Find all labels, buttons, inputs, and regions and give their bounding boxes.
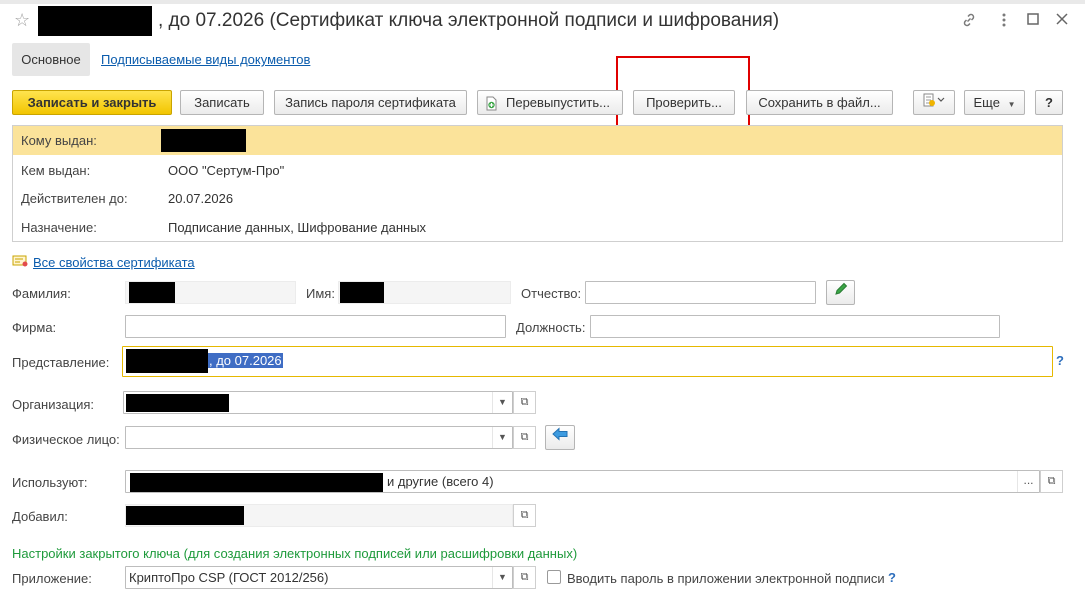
redacted-surname	[129, 282, 175, 303]
purpose-value: Подписание данных, Шифрование данных	[168, 220, 427, 235]
all-certificate-properties-link[interactable]: Все свойства сертификата	[33, 255, 195, 270]
save-to-file-button[interactable]: Сохранить в файл...	[746, 90, 893, 115]
reissue-button-label: Перевыпустить...	[506, 95, 610, 110]
issued-to-label: Кому выдан:	[21, 133, 97, 148]
more-button[interactable]: Еще ▼	[964, 90, 1025, 115]
added-by-field	[125, 504, 513, 527]
certificate-info-panel: Кому выдан: Кем выдан: ООО "Сертум-Про" …	[12, 125, 1063, 242]
check-button[interactable]: Проверить...	[633, 90, 735, 115]
redacted-users	[130, 473, 383, 492]
window-top-strip	[0, 0, 1085, 4]
window-title: , до 07.2026 (Сертификат ключа электронн…	[158, 10, 780, 31]
open-window-icon[interactable]: ⧉	[513, 566, 536, 589]
open-window-icon[interactable]: ⧉	[513, 426, 536, 449]
issued-by-value: ООО "Сертум-Про"	[168, 163, 285, 178]
redacted-title-name	[38, 6, 152, 36]
surname-field[interactable]	[125, 281, 296, 304]
save-certificate-password-button[interactable]: Запись пароля сертификата	[274, 90, 467, 115]
presentation-selected-text: , до 07.2026	[208, 353, 283, 368]
enter-password-label: Вводить пароль в приложении электронной …	[567, 571, 885, 586]
arrow-left-icon	[552, 427, 568, 444]
help-button[interactable]: ?	[1035, 90, 1063, 115]
users-label: Используют:	[12, 475, 88, 490]
maximize-icon[interactable]	[1023, 12, 1043, 32]
report-icon	[923, 93, 945, 110]
presentation-label: Представление:	[12, 355, 110, 370]
redacted-organization	[126, 394, 229, 412]
users-value: и другие (всего 4)	[387, 474, 494, 489]
patronymic-field[interactable]	[585, 281, 816, 304]
save-and-close-button[interactable]: Записать и закрыть	[12, 90, 172, 115]
save-button[interactable]: Записать	[180, 90, 264, 115]
reissue-button[interactable]: Перевыпустить...	[477, 90, 623, 115]
organization-label: Организация:	[12, 397, 95, 412]
person-field[interactable]: ▼	[125, 426, 513, 449]
surname-label: Фамилия:	[12, 286, 71, 301]
company-label: Фирма:	[12, 320, 57, 335]
position-label: Должность:	[516, 320, 586, 335]
document-plus-icon	[484, 95, 499, 118]
users-select-button[interactable]: ...	[1017, 471, 1039, 492]
issued-by-label: Кем выдан:	[21, 163, 91, 178]
kebab-icon[interactable]	[994, 12, 1014, 32]
chevron-down-icon: ▼	[1007, 100, 1016, 109]
redacted-name	[340, 282, 384, 303]
redacted-issued-to	[161, 129, 246, 152]
open-window-icon[interactable]: ⧉	[1040, 470, 1063, 493]
private-key-section-title: Настройки закрытого ключа (для создания …	[12, 546, 578, 561]
open-window-icon[interactable]: ⧉	[513, 504, 536, 527]
chevron-down-icon[interactable]: ▼	[492, 427, 512, 448]
tab-main[interactable]: Основное	[12, 43, 90, 76]
edit-name-button[interactable]	[826, 280, 855, 305]
purpose-label: Назначение:	[21, 220, 97, 235]
presentation-field[interactable]: , до 07.2026	[122, 346, 1053, 377]
valid-until-value: 20.07.2026	[168, 191, 234, 206]
more-button-label: Еще	[973, 95, 1000, 110]
company-field[interactable]	[125, 315, 506, 338]
app-value: КриптоПро CSP (ГОСТ 2012/256)	[129, 570, 329, 585]
presentation-help-icon[interactable]: ?	[1056, 353, 1064, 368]
certificate-icon	[12, 254, 29, 271]
position-field[interactable]	[590, 315, 1000, 338]
organization-field[interactable]: ▼	[123, 391, 513, 414]
link-icon[interactable]	[959, 12, 979, 32]
pencil-icon	[834, 282, 848, 299]
redacted-added-by	[126, 506, 244, 525]
name-label: Имя:	[306, 286, 335, 301]
users-field[interactable]: и другие (всего 4) ...	[125, 470, 1040, 493]
redacted-presentation	[126, 349, 208, 373]
app-field[interactable]: КриптоПро CSP (ГОСТ 2012/256) ▼	[125, 566, 513, 589]
open-window-icon[interactable]: ⧉	[513, 391, 536, 414]
chevron-down-icon[interactable]: ▼	[492, 567, 512, 588]
password-help-icon[interactable]: ?	[888, 570, 896, 585]
back-button[interactable]	[545, 425, 575, 450]
close-icon[interactable]	[1052, 12, 1072, 32]
tab-signed-document-types[interactable]: Подписываемые виды документов	[101, 52, 310, 67]
valid-until-label: Действителен до:	[21, 191, 128, 206]
star-icon[interactable]: ☆	[14, 10, 30, 31]
enter-password-checkbox[interactable]	[547, 570, 561, 584]
app-label: Приложение:	[12, 571, 92, 586]
name-field[interactable]	[338, 281, 511, 304]
chevron-down-icon[interactable]: ▼	[492, 392, 512, 413]
added-by-label: Добавил:	[12, 509, 68, 524]
person-label: Физическое лицо:	[12, 432, 120, 447]
patronymic-label: Отчество:	[521, 286, 582, 301]
report-menu-button[interactable]	[913, 90, 955, 115]
